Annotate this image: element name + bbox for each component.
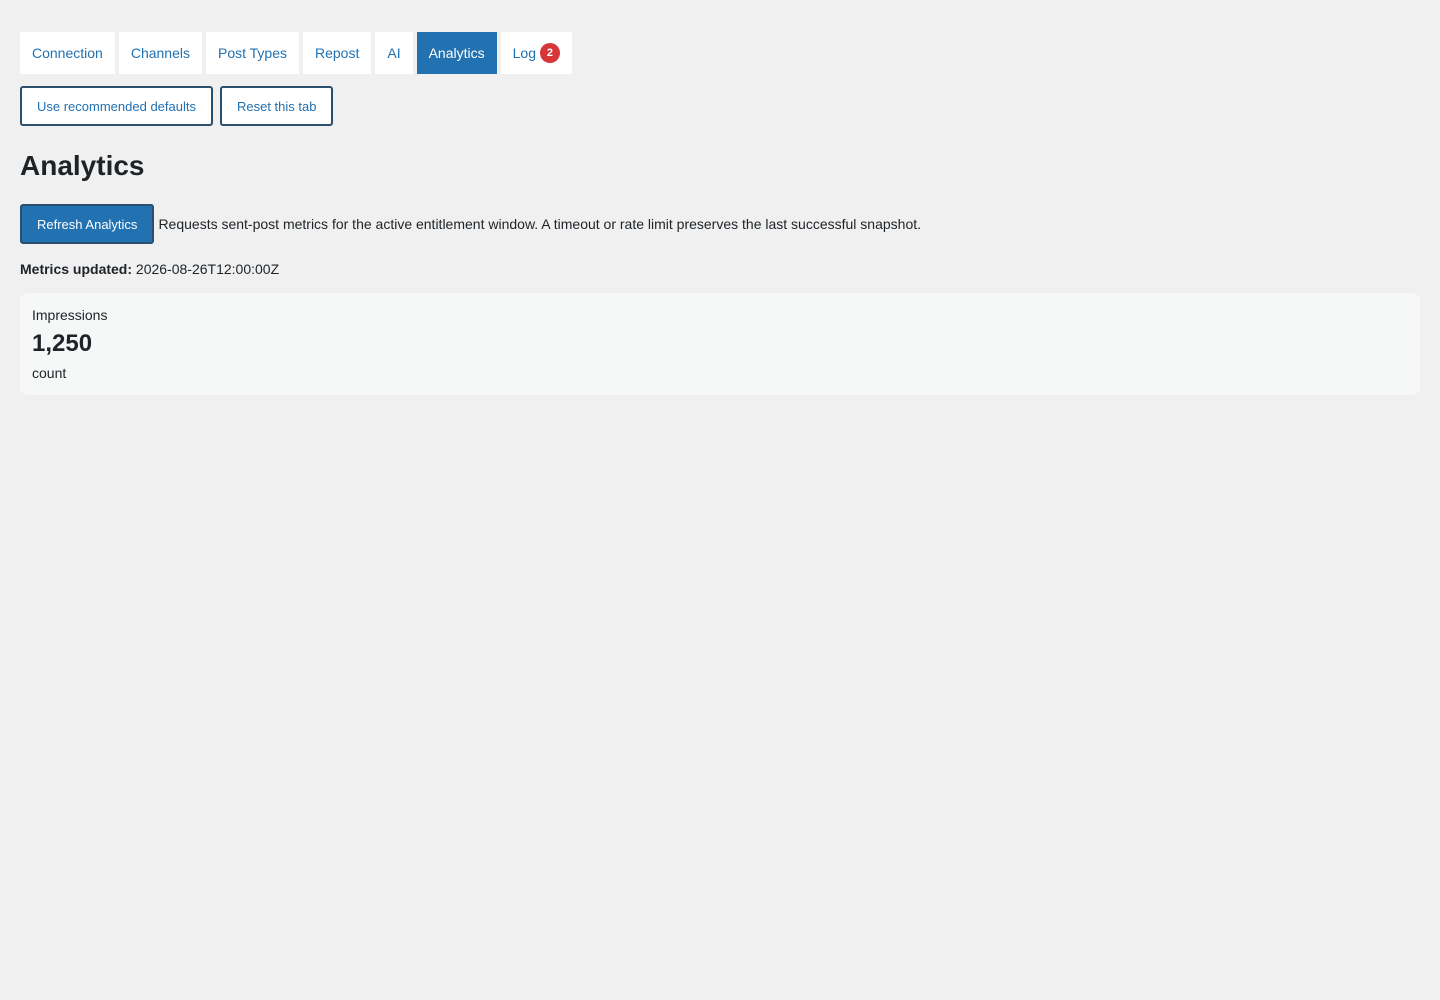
tab-channels[interactable]: Channels xyxy=(118,32,202,74)
impressions-metric-card: Impressions 1,250 count xyxy=(20,293,1420,395)
metrics-updated: Metrics updated: 2026-08-26T12:00:00Z xyxy=(20,261,1420,277)
tab-label: Log xyxy=(512,45,536,61)
page-title: Analytics xyxy=(20,150,145,181)
log-count-badge: 2 xyxy=(539,43,560,63)
tab-label: Repost xyxy=(315,45,360,61)
tab-label: Channels xyxy=(130,45,190,61)
tab-post-types[interactable]: Post Types xyxy=(205,32,299,74)
use-recommended-defaults-button[interactable]: Use recommended defaults xyxy=(20,86,213,126)
tab-connection[interactable]: Connection xyxy=(20,32,115,74)
tab-ai[interactable]: AI xyxy=(375,32,413,74)
settings-page: Connection Channels Post Types Repost AI… xyxy=(0,0,1440,1000)
tab-log[interactable]: Log 2 xyxy=(500,32,572,74)
metrics-updated-label: Metrics updated: xyxy=(20,261,133,277)
refresh-description: Requests sent-post metrics for the activ… xyxy=(158,216,922,232)
tab-label: Analytics xyxy=(428,45,485,61)
metric-unit: count xyxy=(32,365,67,381)
tab-label: AI xyxy=(387,45,401,61)
metric-value: 1,250 xyxy=(32,330,93,357)
refresh-row: Refresh Analytics Requests sent-post met… xyxy=(20,204,1420,244)
tab-analytics[interactable]: Analytics xyxy=(416,32,497,74)
reset-tab-button[interactable]: Reset this tab xyxy=(219,86,334,126)
metric-label: Impressions xyxy=(32,307,108,323)
tab-repost[interactable]: Repost xyxy=(303,32,372,74)
tab-toolbar: Use recommended defaults Reset this tab xyxy=(20,86,1420,126)
tab-label: Post Types xyxy=(217,45,287,61)
refresh-analytics-button[interactable]: Refresh Analytics xyxy=(20,204,155,244)
tab-label: Connection xyxy=(32,45,103,61)
metrics-updated-value: 2026-08-26T12:00:00Z xyxy=(135,261,280,277)
tab-bar: Connection Channels Post Types Repost AI… xyxy=(20,32,1420,74)
